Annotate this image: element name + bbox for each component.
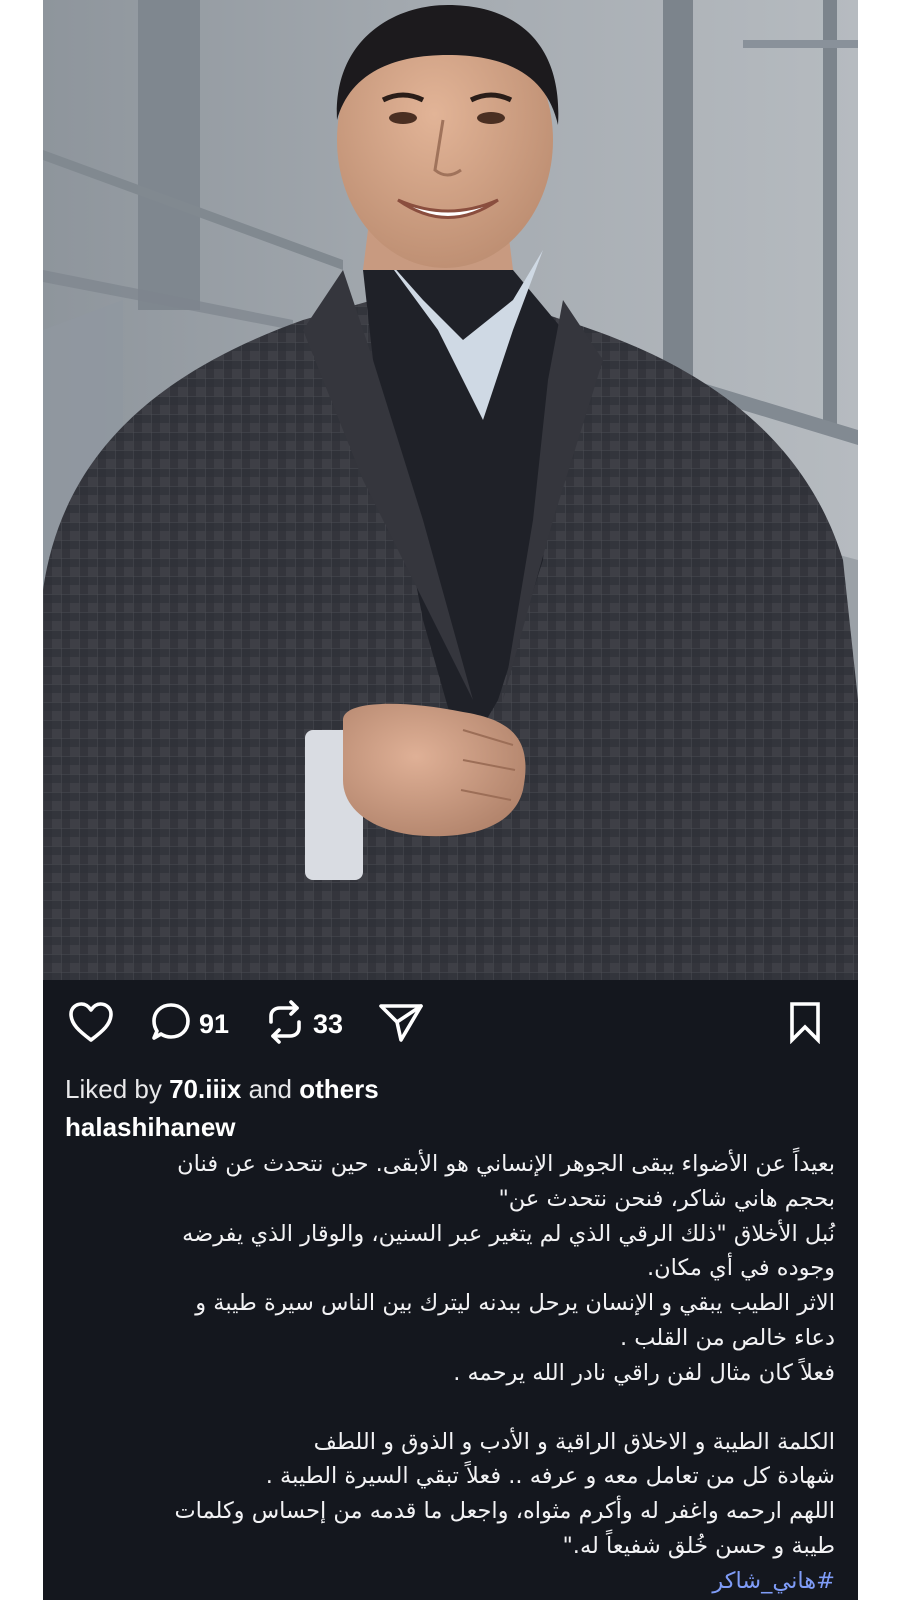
heart-icon bbox=[67, 1000, 115, 1049]
repost-icon bbox=[263, 998, 307, 1051]
liked-by-user[interactable]: 70.iiix bbox=[169, 1074, 241, 1104]
caption-line: فعلاً كان مثال لفن راقي نادر الله يرحمه … bbox=[453, 1359, 835, 1386]
post-photo[interactable] bbox=[43, 0, 858, 980]
hashtag-link[interactable]: #هاني_شاكر bbox=[65, 1564, 835, 1599]
bookmark-icon bbox=[785, 1000, 825, 1049]
liked-by-others[interactable]: others bbox=[299, 1074, 378, 1104]
like-button[interactable] bbox=[67, 1000, 115, 1048]
repost-button[interactable]: 33 bbox=[263, 998, 344, 1051]
post-action-bar: 91 33 bbox=[43, 998, 858, 1051]
photo-illustration bbox=[43, 0, 858, 980]
liked-by-text[interactable]: Liked by 70.iiix and others bbox=[65, 1074, 379, 1105]
caption-line: دعاء خالص من القلب . bbox=[619, 1324, 835, 1351]
repost-count: 33 bbox=[313, 1008, 344, 1039]
caption-line: وجوده في أي مكان. bbox=[646, 1255, 835, 1282]
caption-line: اللهم ارحمه واغفر له وأكرم مثواه، واجعل … bbox=[174, 1498, 835, 1525]
share-button[interactable] bbox=[377, 1000, 425, 1048]
caption-line: بعيداً عن الأضواء يبقى الجوهر الإنساني ه… bbox=[177, 1151, 835, 1177]
caption-line: بحجم هاني شاكر، فنحن نتحدث عن" bbox=[498, 1185, 835, 1212]
post-caption: بعيداً عن الأضواء يبقى الجوهر الإنساني ه… bbox=[65, 1147, 835, 1599]
caption-line: شهادة كل من تعامل معه و عرفه .. فعلاً تب… bbox=[265, 1463, 835, 1490]
save-button[interactable] bbox=[785, 1000, 825, 1048]
comment-button[interactable]: 91 bbox=[149, 1000, 229, 1048]
post-card: 91 33 Liked by 70.iiix and others halash… bbox=[43, 0, 858, 1600]
caption-line: طيبة و حسن خُلق شفيعاً له." bbox=[562, 1532, 835, 1559]
liked-by-conj: and bbox=[248, 1074, 292, 1104]
caption-line: الاثر الطيب يبقي و الإنسان يرحل ببدنه لي… bbox=[195, 1290, 835, 1317]
comment-count: 91 bbox=[199, 1008, 230, 1039]
comment-icon bbox=[149, 1000, 193, 1049]
liked-by-prefix: Liked by bbox=[65, 1074, 162, 1104]
send-icon bbox=[377, 1000, 425, 1049]
post-username[interactable]: halashihanew bbox=[65, 1112, 236, 1143]
caption-line: الكلمة الطيبة و الاخلاق الراقية و الأدب … bbox=[313, 1428, 835, 1455]
caption-line: نُبل الأخلاق "ذلك الرقي الذي لم يتغير عب… bbox=[182, 1220, 835, 1247]
